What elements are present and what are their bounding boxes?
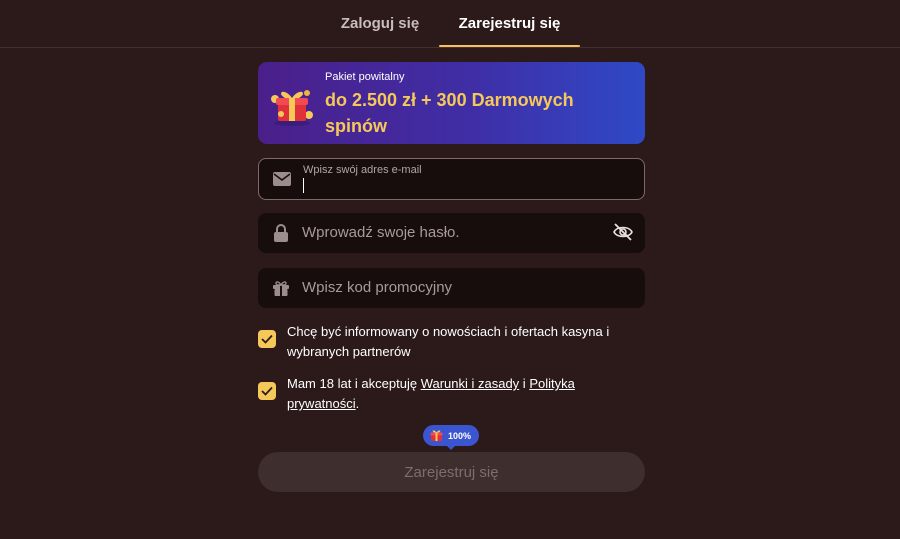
gift-icon <box>271 278 291 298</box>
promo-code-field[interactable]: Wpisz kod promocyjny <box>258 268 645 308</box>
bonus-badge: 100% <box>423 425 479 446</box>
eye-off-icon[interactable] <box>612 221 634 243</box>
bonus-badge-value: 100% <box>448 430 472 441</box>
auth-tabs: Zaloguj się Zarejestruj się <box>0 0 900 48</box>
gift-icon <box>430 430 443 441</box>
banner-label: Pakiet powitalny <box>325 71 405 83</box>
terms-text-middle: i <box>519 376 530 391</box>
password-placeholder: Wprowadź swoje hasło. <box>302 224 460 241</box>
marketing-consent-text: Chcę być informowany o nowościach i ofer… <box>287 324 610 359</box>
terms-consent-text: Mam 18 lat i akceptuję Warunki i zasady … <box>287 374 649 414</box>
email-field[interactable]: Wpisz swój adres e-mail <box>258 158 645 200</box>
terms-consent-checkbox[interactable] <box>258 382 276 400</box>
register-submit-button[interactable]: Zarejestruj się <box>258 452 645 492</box>
tab-login[interactable]: Zaloguj się <box>320 0 440 46</box>
active-tab-indicator <box>439 45 580 47</box>
banner-title: do 2.500 zł + 300 Darmowych spinów <box>325 90 574 136</box>
bonus-badge-pointer <box>446 445 456 450</box>
password-field[interactable]: Wprowadź swoje hasło. <box>258 213 645 253</box>
text-cursor <box>303 178 304 193</box>
terms-text-before: Mam 18 lat i akceptuję <box>287 376 421 391</box>
marketing-consent-checkbox[interactable] <box>258 330 276 348</box>
terms-text-after: . <box>355 396 360 411</box>
tab-register[interactable]: Zarejestruj się <box>439 0 580 46</box>
welcome-bonus-banner: Pakiet powitalny do 2.500 zł + 300 Darmo… <box>258 62 645 144</box>
email-label: Wpisz swój adres e-mail <box>303 164 422 176</box>
gift-icon <box>271 90 313 126</box>
promo-placeholder: Wpisz kod promocyjny <box>302 279 453 296</box>
terms-link[interactable]: Warunki i zasady <box>421 376 520 391</box>
lock-icon <box>271 223 291 243</box>
envelope-icon <box>272 169 292 189</box>
